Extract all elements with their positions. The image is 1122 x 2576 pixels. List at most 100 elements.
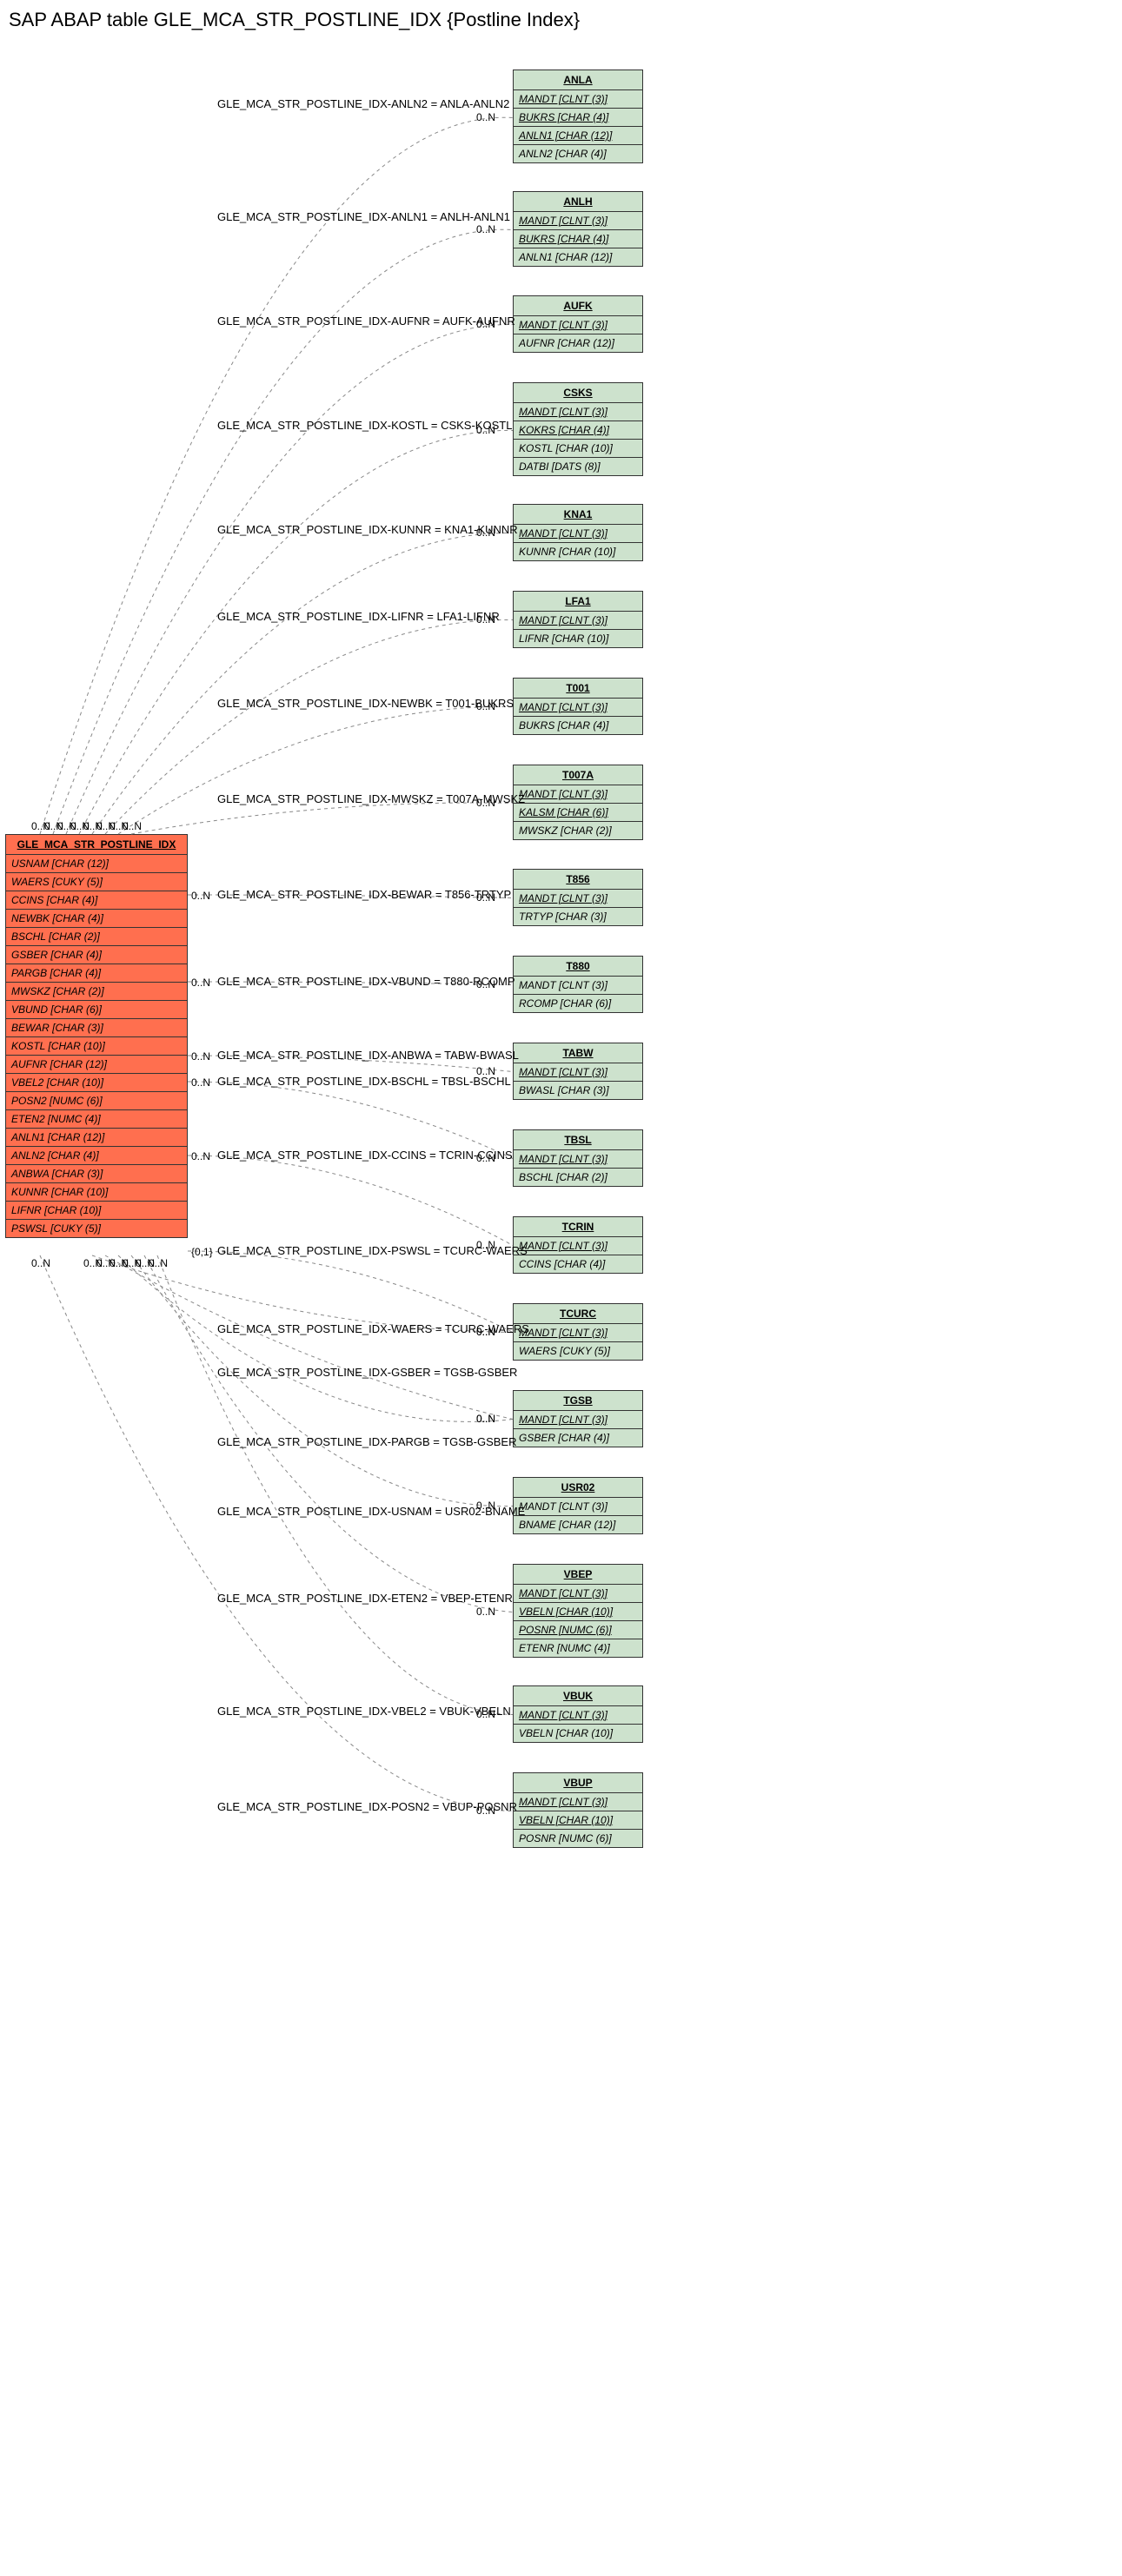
ref-field: MANDT [CLNT (3)] [514,212,642,230]
cardinality-left: 0..N [191,1150,210,1162]
ref-field: TRTYP [CHAR (3)] [514,908,642,925]
ref-entity-header: ANLH [514,192,642,212]
cardinality-right: 0..N [476,223,495,235]
main-field: PARGB [CHAR (4)] [6,964,187,983]
ref-field: MWSKZ [CHAR (2)] [514,822,642,839]
main-field: GSBER [CHAR (4)] [6,946,187,964]
ref-field: MANDT [CLNT (3)] [514,699,642,717]
main-field: ANLN1 [CHAR (12)] [6,1129,187,1147]
ref-field: ANLN1 [CHAR (12)] [514,248,642,266]
edge-label: GLE_MCA_STR_POSTLINE_IDX-PARGB = TGSB-GS… [217,1435,516,1448]
ref-entity-header: TGSB [514,1391,642,1411]
edge-label: GLE_MCA_STR_POSTLINE_IDX-GSBER = TGSB-GS… [217,1366,517,1379]
cardinality-right: 0..N [476,1500,495,1512]
cardinality-right: 0..N [476,1805,495,1817]
cardinality-right: 0..N [476,613,495,626]
main-field: KUNNR [CHAR (10)] [6,1183,187,1202]
ref-field: VBELN [CHAR (10)] [514,1603,642,1621]
ref-field: MANDT [CLNT (3)] [514,1237,642,1255]
ref-field: AUFNR [CHAR (12)] [514,334,642,352]
ref-entity-tcurc: TCURCMANDT [CLNT (3)]WAERS [CUKY (5)] [513,1303,643,1361]
ref-entity-t856: T856MANDT [CLNT (3)]TRTYP [CHAR (3)] [513,869,643,926]
ref-entity-header: TCRIN [514,1217,642,1237]
ref-field: GSBER [CHAR (4)] [514,1429,642,1447]
ref-field: MANDT [CLNT (3)] [514,1324,642,1342]
ref-field: BSCHL [CHAR (2)] [514,1169,642,1186]
ref-entity-header: T001 [514,679,642,699]
ref-entity-tabw: TABWMANDT [CLNT (3)]BWASL [CHAR (3)] [513,1043,643,1100]
cardinality-right: 0..N [476,1606,495,1618]
ref-field: MANDT [CLNT (3)] [514,890,642,908]
edge-label: GLE_MCA_STR_POSTLINE_IDX-VBEL2 = VBUK-VB… [217,1705,511,1718]
cardinality-right: 0..N [476,978,495,990]
ref-field: ETENR [NUMC (4)] [514,1639,642,1657]
ref-field: MANDT [CLNT (3)] [514,612,642,630]
main-field: USNAM [CHAR (12)] [6,855,187,873]
ref-field: BNAME [CHAR (12)] [514,1516,642,1533]
ref-entity-header: TABW [514,1043,642,1063]
ref-field: MANDT [CLNT (3)] [514,90,642,109]
ref-field: ANLN2 [CHAR (4)] [514,145,642,162]
main-field: VBUND [CHAR (6)] [6,1001,187,1019]
ref-field: DATBI [DATS (8)] [514,458,642,475]
ref-field: MANDT [CLNT (3)] [514,1793,642,1811]
ref-entity-header: LFA1 [514,592,642,612]
ref-entity-t880: T880MANDT [CLNT (3)]RCOMP [CHAR (6)] [513,956,643,1013]
ref-field: BUKRS [CHAR (4)] [514,230,642,248]
ref-field: VBELN [CHAR (10)] [514,1725,642,1742]
edge-label: GLE_MCA_STR_POSTLINE_IDX-AUFNR = AUFK-AU… [217,315,515,328]
ref-field: BUKRS [CHAR (4)] [514,717,642,734]
ref-entity-header: TBSL [514,1130,642,1150]
edge-label: GLE_MCA_STR_POSTLINE_IDX-ANBWA = TABW-BW… [217,1049,519,1062]
ref-field: MANDT [CLNT (3)] [514,1411,642,1429]
ref-entity-header: ANLA [514,70,642,90]
main-field: NEWBK [CHAR (4)] [6,910,187,928]
edge-label: GLE_MCA_STR_POSTLINE_IDX-VBUND = T880-RC… [217,975,515,988]
ref-entity-header: AUFK [514,296,642,316]
main-field: KOSTL [CHAR (10)] [6,1037,187,1056]
ref-field: MANDT [CLNT (3)] [514,525,642,543]
edge-label: GLE_MCA_STR_POSTLINE_IDX-KUNNR = KNA1-KU… [217,523,518,536]
ref-field: MANDT [CLNT (3)] [514,1585,642,1603]
ref-entity-header: T880 [514,957,642,977]
main-field: WAERS [CUKY (5)] [6,873,187,891]
edge-label: GLE_MCA_STR_POSTLINE_IDX-ANLN1 = ANLH-AN… [217,210,510,223]
ref-field: KOSTL [CHAR (10)] [514,440,642,458]
ref-entity-vbuk: VBUKMANDT [CLNT (3)]VBELN [CHAR (10)] [513,1685,643,1743]
main-field: BSCHL [CHAR (2)] [6,928,187,946]
cardinality-left: 0..N [149,1257,168,1269]
cardinality-right: 0..N [476,700,495,712]
ref-field: RCOMP [CHAR (6)] [514,995,642,1012]
cardinality-right: 0..N [476,1413,495,1425]
edge-label: GLE_MCA_STR_POSTLINE_IDX-NEWBK = T001-BU… [217,697,514,710]
cardinality-right: 0..N [476,526,495,539]
ref-field: MANDT [CLNT (3)] [514,316,642,334]
main-entity-header: GLE_MCA_STR_POSTLINE_IDX [6,835,187,855]
edge-label: GLE_MCA_STR_POSTLINE_IDX-ANLN2 = ANLA-AN… [217,97,509,110]
ref-field: MANDT [CLNT (3)] [514,1150,642,1169]
edge-label: GLE_MCA_STR_POSTLINE_IDX-ETEN2 = VBEP-ET… [217,1592,513,1605]
main-field: ANBWA [CHAR (3)] [6,1165,187,1183]
edge-label: GLE_MCA_STR_POSTLINE_IDX-BEWAR = T856-TR… [217,888,511,901]
main-field: PSWSL [CUKY (5)] [6,1220,187,1237]
ref-field: BUKRS [CHAR (4)] [514,109,642,127]
ref-field: MANDT [CLNT (3)] [514,1063,642,1082]
ref-field: MANDT [CLNT (3)] [514,1706,642,1725]
ref-field: MANDT [CLNT (3)] [514,1498,642,1516]
edge-label: GLE_MCA_STR_POSTLINE_IDX-PSWSL = TCURC-W… [217,1244,528,1257]
ref-field: VBELN [CHAR (10)] [514,1811,642,1830]
ref-field: MANDT [CLNT (3)] [514,977,642,995]
ref-entity-header: TCURC [514,1304,642,1324]
ref-entity-kna1: KNA1MANDT [CLNT (3)]KUNNR [CHAR (10)] [513,504,643,561]
ref-entity-aufk: AUFKMANDT [CLNT (3)]AUFNR [CHAR (12)] [513,295,643,353]
cardinality-left: 0..N [31,1257,50,1269]
ref-field: POSNR [NUMC (6)] [514,1830,642,1847]
ref-field: POSNR [NUMC (6)] [514,1621,642,1639]
ref-entity-tgsb: TGSBMANDT [CLNT (3)]GSBER [CHAR (4)] [513,1390,643,1447]
cardinality-right: 0..N [476,318,495,330]
cardinality-right: 0..N [476,424,495,436]
main-field: AUFNR [CHAR (12)] [6,1056,187,1074]
cardinality-right: 0..N [476,111,495,123]
cardinality-left: {0,1} [191,1246,213,1258]
cardinality-right: 0..N [476,1708,495,1720]
